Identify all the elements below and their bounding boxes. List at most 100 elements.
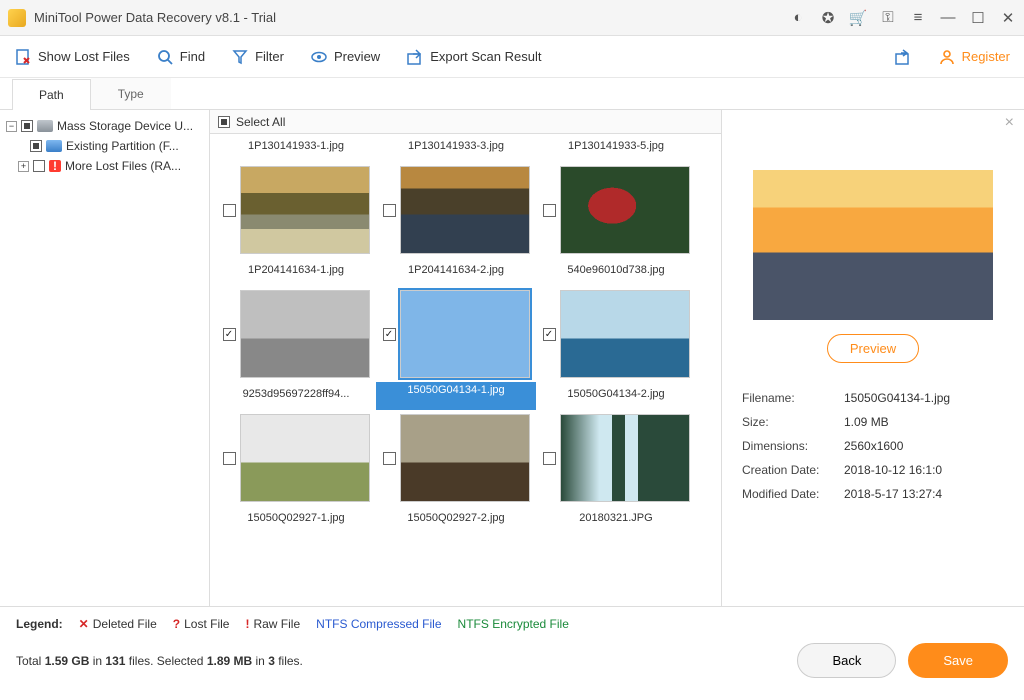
thumb-checkbox[interactable]	[383, 204, 396, 217]
checkbox-indeterminate[interactable]	[30, 140, 42, 152]
minimize-icon[interactable]: —	[940, 10, 956, 26]
thumb-cell[interactable]	[216, 290, 376, 378]
menu-icon[interactable]: ≡	[910, 10, 926, 26]
thumb-checkbox[interactable]	[223, 204, 236, 217]
pv-created: 2018-10-12 16:1:0	[844, 459, 1004, 481]
save-button[interactable]: Save	[908, 643, 1008, 678]
app-icon	[8, 9, 26, 27]
thumb-checkbox[interactable]	[383, 328, 396, 341]
thumbnail[interactable]	[240, 290, 370, 378]
thumb-checkbox[interactable]	[543, 452, 556, 465]
export-button[interactable]: Export Scan Result	[406, 48, 541, 66]
lost-icon: ?	[173, 617, 180, 631]
find-button[interactable]: Find	[156, 48, 205, 66]
thumbnail[interactable]	[560, 414, 690, 502]
cart-icon[interactable]: 🛒	[850, 10, 866, 26]
pv-label-modified: Modified Date:	[742, 483, 842, 505]
thumbnail[interactable]	[560, 166, 690, 254]
pv-dims: 2560x1600	[844, 435, 1004, 457]
back-button[interactable]: Back	[797, 643, 896, 678]
document-x-icon	[14, 48, 32, 66]
view-tabs: Path Type	[0, 78, 1024, 110]
thumb-checkbox[interactable]	[383, 452, 396, 465]
close-preview-icon[interactable]: ×	[1005, 114, 1014, 132]
thumb-cell[interactable]	[536, 414, 696, 502]
preview-button[interactable]: Preview	[310, 48, 380, 66]
maximize-icon[interactable]: ☐	[970, 10, 986, 26]
checkbox-indeterminate[interactable]	[21, 120, 33, 132]
find-label: Find	[180, 49, 205, 64]
thumb-cell[interactable]	[376, 414, 536, 502]
preview-image	[753, 170, 993, 320]
legend: Legend: ✕Deleted File ?Lost File !Raw Fi…	[16, 617, 1008, 631]
filter-label: Filter	[255, 49, 284, 64]
tab-path[interactable]: Path	[12, 79, 91, 110]
thumb-caption: 15050Q02927-2.jpg	[376, 506, 536, 534]
update-icon[interactable]: ◐	[790, 10, 806, 26]
thumb-caption: 15050Q02927-1.jpg	[216, 506, 376, 534]
footer: Legend: ✕Deleted File ?Lost File !Raw Fi…	[0, 606, 1024, 688]
export-label: Export Scan Result	[430, 49, 541, 64]
search-icon	[156, 48, 174, 66]
title-bar: MiniTool Power Data Recovery v8.1 - Tria…	[0, 0, 1024, 36]
feedback-icon[interactable]: ✪	[820, 10, 836, 26]
selection-stats: Total 1.59 GB in 131 files. Selected 1.8…	[16, 654, 785, 668]
pv-label-size: Size:	[742, 411, 842, 433]
thumbnail[interactable]	[400, 290, 530, 378]
toolbar: Show Lost Files Find Filter Preview Expo…	[0, 36, 1024, 78]
expand-icon[interactable]: +	[18, 161, 29, 172]
thumb-caption: 15050G04134-2.jpg	[536, 382, 696, 410]
pv-label-created: Creation Date:	[742, 459, 842, 481]
show-lost-label: Show Lost Files	[38, 49, 130, 64]
thumb-caption: 1P204141634-1.jpg	[216, 258, 376, 286]
deleted-icon: ✕	[79, 617, 89, 631]
exclaim-icon: !	[49, 160, 61, 172]
thumb-caption: 20180321.JPG	[536, 506, 696, 534]
thumb-cell[interactable]	[376, 290, 536, 378]
preview-details: Filename:15050G04134-1.jpg Size:1.09 MB …	[740, 385, 1006, 507]
pv-modified: 2018-5-17 13:27:4	[844, 483, 1004, 505]
legend-ntfs-enc: NTFS Encrypted File	[458, 617, 569, 631]
partition-icon	[46, 140, 62, 152]
thumb-caption: 15050G04134-1.jpg	[376, 382, 536, 410]
thumbnail[interactable]	[240, 166, 370, 254]
select-all-checkbox[interactable]	[218, 116, 230, 128]
thumbnail[interactable]	[560, 290, 690, 378]
thumbnail[interactable]	[400, 414, 530, 502]
tree-partition[interactable]: Existing Partition (F...	[4, 136, 205, 156]
thumb-caption: 1P130141933-3.jpg	[376, 134, 536, 162]
key-icon[interactable]: ⚿	[880, 10, 896, 26]
show-lost-files-button[interactable]: Show Lost Files	[14, 48, 130, 66]
thumb-cell[interactable]	[376, 166, 536, 254]
preview-open-button[interactable]: Preview	[827, 334, 919, 363]
file-tree: − Mass Storage Device U... Existing Part…	[0, 110, 210, 606]
pv-filename: 15050G04134-1.jpg	[844, 387, 1004, 409]
thumb-caption: 1P130141933-1.jpg	[216, 134, 376, 162]
close-icon[interactable]: ✕	[1000, 10, 1016, 26]
legend-raw: Raw File	[253, 617, 300, 631]
thumb-checkbox[interactable]	[543, 204, 556, 217]
thumbnail[interactable]	[240, 414, 370, 502]
collapse-icon[interactable]: −	[6, 121, 17, 132]
person-icon	[938, 48, 956, 66]
thumb-checkbox[interactable]	[543, 328, 556, 341]
checkbox[interactable]	[33, 160, 45, 172]
thumb-cell[interactable]	[216, 414, 376, 502]
thumb-cell[interactable]	[216, 166, 376, 254]
share-icon[interactable]	[894, 48, 912, 66]
thumb-cell[interactable]	[536, 290, 696, 378]
register-button[interactable]: Register	[938, 48, 1010, 66]
legend-lost: Lost File	[184, 617, 229, 631]
legend-title: Legend:	[16, 617, 63, 631]
tree-rawfiles[interactable]: + ! More Lost Files (RA...	[4, 156, 205, 176]
thumb-checkbox[interactable]	[223, 328, 236, 341]
thumb-cell[interactable]	[536, 166, 696, 254]
tree-root[interactable]: − Mass Storage Device U...	[4, 116, 205, 136]
pv-label-filename: Filename:	[742, 387, 842, 409]
thumbnail-grid: Select All 1P130141933-1.jpg1P130141933-…	[210, 110, 722, 606]
filter-button[interactable]: Filter	[231, 48, 284, 66]
tab-type[interactable]: Type	[91, 78, 171, 109]
thumbnail[interactable]	[400, 166, 530, 254]
thumb-checkbox[interactable]	[223, 452, 236, 465]
legend-deleted: Deleted File	[93, 617, 157, 631]
